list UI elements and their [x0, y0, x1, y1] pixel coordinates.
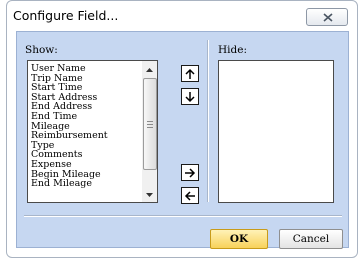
cancel-button[interactable]: Cancel [279, 229, 343, 249]
scroll-grip [147, 121, 153, 130]
ok-button[interactable]: OK [210, 229, 268, 249]
move-to-hide-button[interactable] [181, 164, 199, 181]
window-title: Configure Field... [13, 8, 119, 23]
show-label: Show: [25, 44, 58, 56]
move-to-show-button[interactable] [181, 187, 199, 204]
show-items-list: User Name Trip Name Start Time Start Addres… [31, 64, 108, 189]
scroll-up-button[interactable] [143, 62, 156, 76]
show-listbox[interactable]: User Name Trip Name Start Time Start Addres… [27, 60, 158, 203]
hide-label: Hide: [218, 44, 247, 56]
arrow-up-icon [185, 68, 195, 79]
title-bar: Configure Field... [7, 1, 357, 31]
vertical-divider [207, 40, 209, 202]
close-button[interactable] [306, 8, 348, 26]
arrow-left-icon [184, 190, 195, 201]
arrow-down-icon [185, 91, 195, 102]
scroll-thumb[interactable] [143, 78, 157, 170]
configure-field-dialog: Configure Field... Show: Hide: User Name… [6, 0, 358, 258]
scroll-up-arrow-icon [146, 68, 153, 72]
show-list-item[interactable]: End Mileage [31, 179, 108, 189]
scroll-down-arrow-icon [146, 193, 153, 197]
horizontal-divider [24, 215, 342, 217]
scroll-down-button[interactable] [143, 187, 156, 201]
move-up-button[interactable] [181, 65, 199, 82]
move-down-button[interactable] [181, 88, 199, 105]
dialog-body: Show: Hide: User Name Trip Name Start Time… [16, 31, 349, 249]
arrow-right-icon [185, 167, 196, 178]
show-list-scrollbar[interactable] [142, 61, 157, 202]
close-icon [323, 13, 333, 22]
hide-listbox[interactable] [218, 60, 334, 203]
